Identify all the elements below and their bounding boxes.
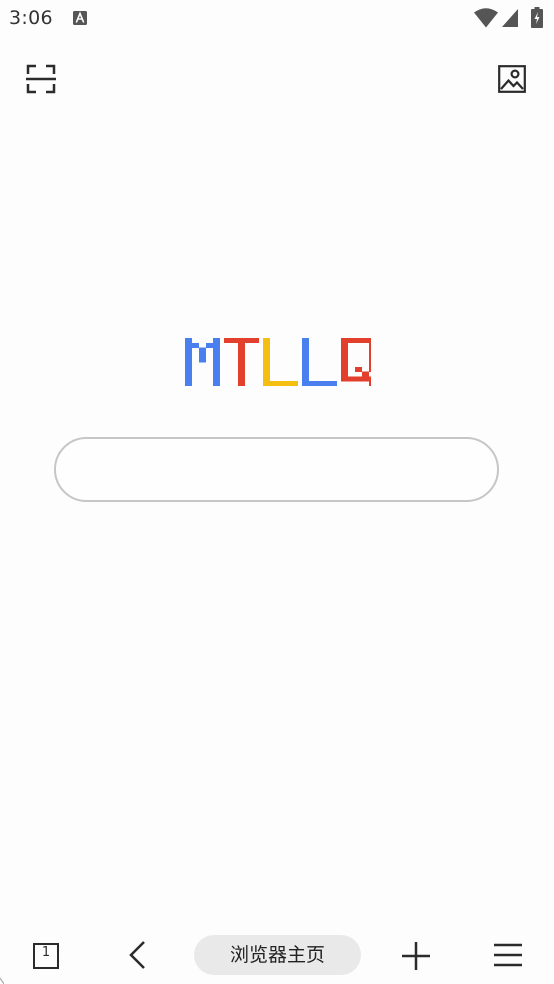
status-bar: 3:06 (0, 0, 554, 40)
plus-icon (402, 942, 430, 970)
tabs-count: 1 (41, 945, 51, 960)
status-time: 3:06 (9, 7, 53, 29)
a-square-icon (73, 11, 87, 25)
bottom-navigation-bar: 1 浏览器主页 (0, 925, 554, 984)
menu-icon (494, 943, 522, 967)
menu-button[interactable] (494, 943, 522, 967)
chevron-left-icon (129, 941, 145, 969)
logo-letter-l (302, 338, 337, 386)
search-box[interactable] (54, 437, 499, 502)
signal-icon (502, 9, 518, 27)
browser-home-screen: 3:06 1 浏览器主页 (0, 0, 554, 984)
scan-icon (26, 64, 56, 94)
wifi-icon (474, 8, 498, 28)
new-tab-button[interactable] (402, 942, 430, 970)
corner-mark (0, 978, 4, 984)
tabs-button[interactable]: 1 (33, 943, 59, 969)
search-input[interactable] (56, 439, 497, 500)
logo-letter-l (263, 338, 298, 386)
image-search-button[interactable] (498, 65, 526, 93)
browser-home-button[interactable]: 浏览器主页 (194, 935, 361, 975)
scan-button[interactable] (26, 64, 56, 94)
logo-letter-q (341, 338, 371, 386)
logo-letter-t (224, 338, 259, 386)
battery-charging-icon (531, 7, 543, 28)
image-icon (498, 65, 526, 93)
logo-letter-m (185, 338, 220, 386)
back-button[interactable] (126, 939, 150, 971)
logo: MTLLQ (185, 338, 371, 386)
